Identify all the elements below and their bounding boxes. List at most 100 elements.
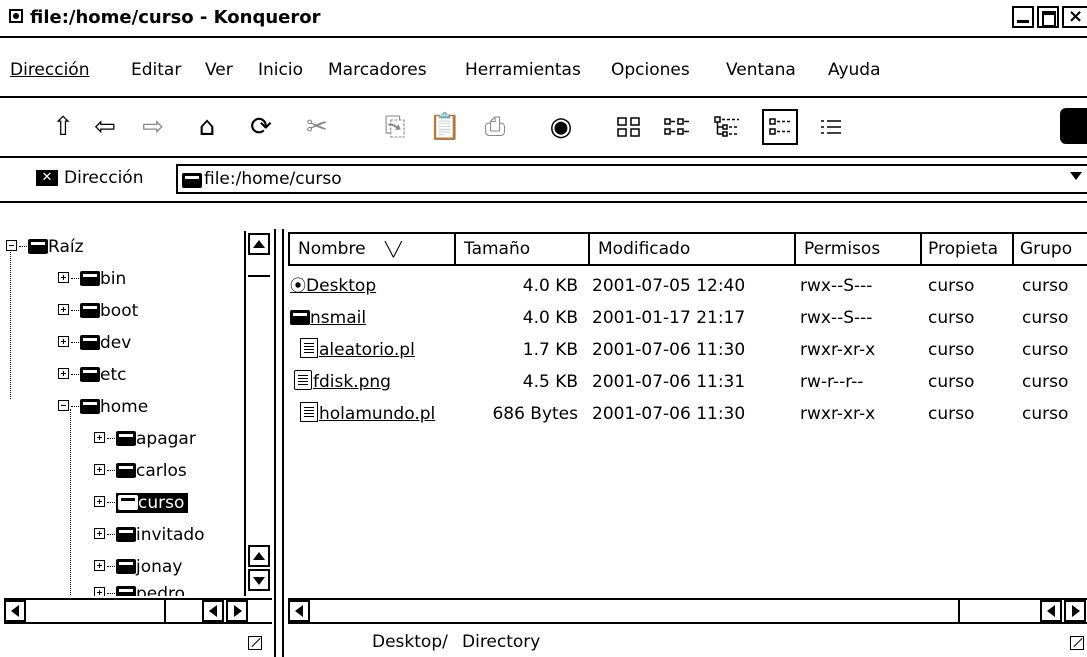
column-header-group[interactable]: Grupo	[1014, 232, 1087, 266]
menu-marcadores[interactable]: Marcadores	[328, 60, 427, 80]
print-icon[interactable]: ⎙	[478, 110, 512, 144]
column-header-size[interactable]: Tamaño	[456, 232, 590, 266]
tree-item-invitado[interactable]: invitado	[94, 519, 205, 551]
column-header-name[interactable]: Nombre ╲╱	[288, 232, 456, 266]
menu-direccion[interactable]: Dirección	[10, 60, 89, 80]
file-modified: 2001-07-06 11:30	[592, 340, 746, 360]
scroll-thumb[interactable]	[248, 257, 270, 277]
tree-item-pedro[interactable]: pedro	[94, 578, 185, 596]
panel-splitter[interactable]	[274, 229, 284, 657]
file-row[interactable]: fdisk.png 4.5 KB 2001-07-06 11:31 rw-r--…	[288, 366, 1087, 398]
expand-icon[interactable]	[94, 587, 105, 596]
menu-herramientas[interactable]: Herramientas	[465, 60, 581, 80]
expand-icon[interactable]	[94, 496, 105, 507]
file-permissions: rwx--S---	[800, 308, 873, 328]
folder-icon	[118, 495, 138, 510]
detailed-list-view-icon[interactable]	[762, 109, 798, 145]
menu-ventana[interactable]: Ventana	[726, 60, 796, 80]
menu-opciones[interactable]: Opciones	[611, 60, 690, 80]
file-row[interactable]: aleatorio.pl 1.7 KB 2001-07-06 11:30 rwx…	[288, 334, 1087, 366]
large-icons-view-icon[interactable]	[612, 110, 646, 144]
tree-item-bin[interactable]: bin	[58, 263, 126, 295]
up-arrow-icon[interactable]: ⇧	[46, 110, 80, 144]
reload-icon[interactable]: ⟳	[244, 110, 278, 144]
expand-icon[interactable]	[94, 528, 105, 539]
scroll-up-button[interactable]	[248, 545, 270, 567]
scroll-thumb[interactable]	[310, 600, 960, 622]
location-input[interactable]: file:/home/curso	[176, 164, 1087, 194]
scroll-left-button[interactable]	[288, 600, 310, 622]
tree-item-curso[interactable]: curso	[94, 487, 189, 519]
expand-icon[interactable]	[94, 432, 105, 443]
forward-arrow-icon[interactable]: ⇨	[136, 110, 170, 144]
scroll-right-button[interactable]	[1064, 600, 1086, 622]
scroll-thumb[interactable]	[26, 600, 166, 622]
expand-icon[interactable]	[58, 272, 69, 283]
tree-item-raiz[interactable]: Raíz	[6, 231, 84, 263]
expand-icon[interactable]	[94, 464, 105, 475]
menu-inicio[interactable]: Inicio	[258, 60, 303, 80]
tree-item-carlos[interactable]: carlos	[94, 455, 187, 487]
column-header-modified[interactable]: Modificado	[590, 232, 796, 266]
file-row[interactable]: nsmail 4.0 KB 2001-01-17 21:17 rwx--S---…	[288, 302, 1087, 334]
scroll-left-button[interactable]	[202, 600, 224, 622]
home-icon[interactable]: ⌂	[190, 110, 224, 144]
collapse-icon[interactable]	[58, 400, 69, 411]
file-row[interactable]: ⦿Desktop 4.0 KB 2001-07-05 12:40 rwx--S-…	[288, 270, 1087, 302]
file-name[interactable]: holamundo.pl	[319, 404, 435, 424]
folder-icon	[80, 399, 100, 414]
scroll-down-button[interactable]	[248, 569, 270, 591]
column-header-owner[interactable]: Propieta	[922, 232, 1014, 266]
expand-icon[interactable]	[58, 368, 69, 379]
link-view-icon[interactable]	[1070, 636, 1084, 650]
file-group: curso	[1022, 308, 1069, 328]
minimize-button[interactable]	[1012, 6, 1034, 28]
back-arrow-icon[interactable]: ⇦	[88, 110, 122, 144]
tree-view-icon[interactable]	[710, 110, 744, 144]
clear-location-icon[interactable]: ✕	[36, 170, 58, 186]
tree-item-home[interactable]: home	[58, 391, 148, 423]
toolbar: ⇧ ⇦ ⇨ ⌂ ⟳ ✂ ⎘ 📋 ⎙ ◉	[0, 98, 1087, 158]
file-name[interactable]: fdisk.png	[313, 372, 391, 392]
tree-vertical-scrollbar[interactable]	[244, 231, 272, 596]
chevron-down-icon[interactable]	[1070, 172, 1082, 180]
collapse-icon[interactable]	[6, 240, 17, 251]
file-name[interactable]: nsmail	[310, 308, 366, 328]
link-view-icon[interactable]	[248, 636, 262, 650]
tree-line	[10, 249, 11, 399]
scroll-left-button[interactable]	[4, 600, 26, 622]
tree-item-boot[interactable]: boot	[58, 295, 138, 327]
tree-item-etc[interactable]: etc	[58, 359, 126, 391]
file-size: 4.5 KB	[522, 372, 578, 392]
column-header-permissions[interactable]: Permisos	[796, 232, 922, 266]
scroll-right-button[interactable]	[226, 600, 248, 622]
tree-horizontal-scrollbar[interactable]	[4, 598, 272, 624]
menu-ayuda[interactable]: Ayuda	[828, 60, 881, 80]
tree-item-dev[interactable]: dev	[58, 327, 131, 359]
expand-icon[interactable]	[58, 304, 69, 315]
copy-icon[interactable]: ⎘	[378, 110, 412, 144]
maximize-button[interactable]	[1037, 6, 1059, 28]
file-modified: 2001-07-06 11:30	[592, 404, 746, 424]
file-name[interactable]: aleatorio.pl	[319, 340, 415, 360]
file-name[interactable]: Desktop	[306, 276, 376, 296]
file-row[interactable]: holamundo.pl 686 Bytes 2001-07-06 11:30 …	[288, 398, 1087, 430]
tree-item-apagar[interactable]: apagar	[94, 423, 196, 455]
paste-icon[interactable]: 📋	[428, 110, 462, 144]
cut-icon[interactable]: ✂	[300, 110, 334, 144]
expand-icon[interactable]	[94, 560, 105, 571]
list-horizontal-scrollbar[interactable]	[288, 598, 1087, 624]
menu-editar[interactable]: Editar	[131, 60, 181, 80]
scroll-up-button[interactable]	[248, 233, 270, 255]
small-icons-view-icon[interactable]	[660, 110, 694, 144]
file-size: 1.7 KB	[522, 340, 578, 360]
window-menu-icon[interactable]	[9, 9, 23, 23]
stop-icon[interactable]: ◉	[544, 110, 578, 144]
expand-icon[interactable]	[58, 336, 69, 347]
folder-icon	[116, 463, 136, 478]
close-button[interactable]: ×	[1062, 6, 1087, 28]
location-bar: ✕ Dirección file:/home/curso	[0, 158, 1087, 203]
scroll-left-button[interactable]	[1040, 600, 1062, 622]
text-view-icon[interactable]	[814, 110, 848, 144]
menu-ver[interactable]: Ver	[205, 60, 233, 80]
